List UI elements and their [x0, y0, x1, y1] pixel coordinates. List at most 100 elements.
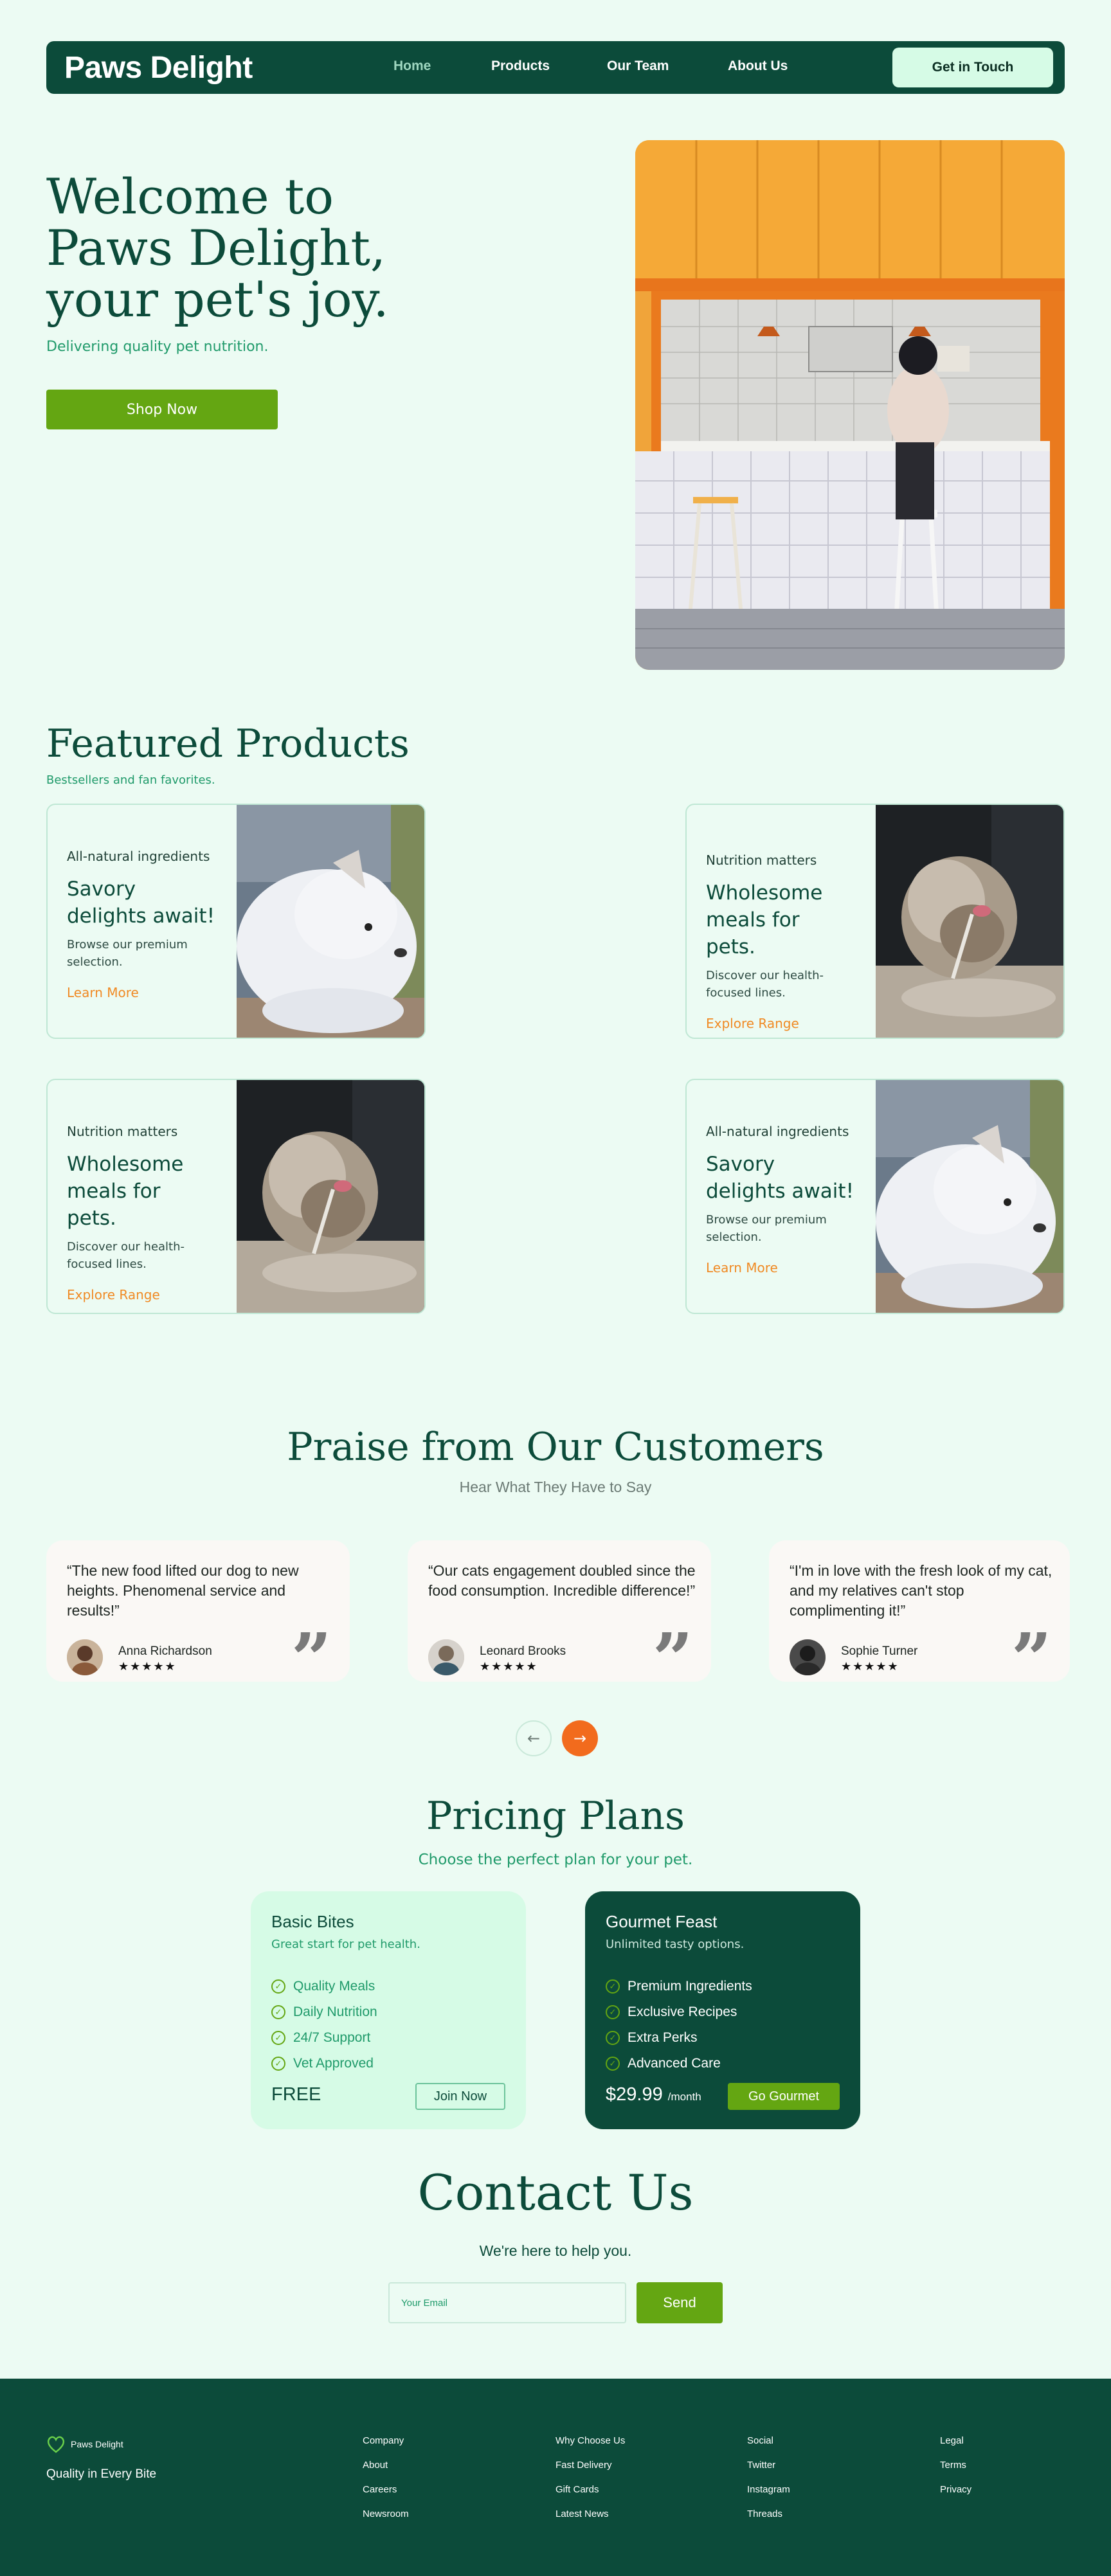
plan-feature: ✓ Advanced Care: [606, 2051, 752, 2076]
plan-tagline: Unlimited tasty options.: [606, 1938, 745, 1951]
testimonial-quote: “I'm in love with the fresh look of my c…: [790, 1562, 1052, 1619]
plan-feature: ✓ Quality Meals: [271, 1974, 377, 1999]
product-description: Browse our premium selection.: [67, 938, 188, 969]
check-circle-icon: ✓: [271, 2031, 285, 2045]
avatar: [790, 1639, 826, 1675]
footer-link[interactable]: Legal: [940, 2435, 971, 2460]
learn-more-link[interactable]: Learn More: [706, 1260, 854, 1275]
explore-range-link[interactable]: Explore Range: [706, 1016, 854, 1031]
check-circle-icon: ✓: [606, 2031, 620, 2045]
plan-feature: ✓ Daily Nutrition: [271, 1999, 377, 2025]
testimonial-name: Anna Richardson: [118, 1644, 212, 1658]
hero-title: Welcome to Paws Delight, your pet's joy.: [46, 168, 389, 328]
fluffy-dog-image: [237, 1080, 424, 1313]
product-description: Discover our health-focused lines.: [706, 969, 824, 1000]
footer-column-social: Social Twitter Instagram Threads: [747, 2435, 790, 2533]
pricing-subtitle: Choose the perfect plan for your pet.: [418, 1851, 693, 1868]
footer-logo[interactable]: Paws Delight: [46, 2435, 123, 2453]
testimonial-name: Leonard Brooks: [480, 1644, 566, 1658]
footer-link[interactable]: Gift Cards: [556, 2484, 625, 2508]
footer-link[interactable]: About: [363, 2460, 409, 2484]
footer-tagline: Quality in Every Bite: [46, 2467, 157, 2481]
go-gourmet-button[interactable]: Go Gourmet: [728, 2083, 840, 2110]
white-dog-image: [876, 1080, 1063, 1313]
featured-products-title: Featured Products: [46, 721, 410, 766]
plan-feature: ✓ Exclusive Recipes: [606, 1999, 752, 2025]
footer-link[interactable]: Instagram: [747, 2484, 790, 2508]
product-description: Discover our health-focused lines.: [67, 1240, 185, 1271]
product-kicker: Nutrition matters: [67, 1124, 178, 1139]
explore-range-link[interactable]: Explore Range: [67, 1287, 215, 1302]
carousel-prev-button[interactable]: ←: [516, 1720, 552, 1756]
get-in-touch-button[interactable]: Get in Touch: [892, 48, 1053, 87]
footer-link[interactable]: Privacy: [940, 2484, 971, 2508]
footer-link[interactable]: Careers: [363, 2484, 409, 2508]
heart-icon: [47, 2436, 65, 2453]
plan-tagline: Great start for pet health.: [271, 1938, 420, 1951]
carousel-next-button[interactable]: →: [562, 1720, 598, 1756]
quote-mark-icon: ”: [291, 1617, 332, 1682]
check-circle-icon: ✓: [606, 2057, 620, 2071]
check-circle-icon: ✓: [606, 1979, 620, 1994]
footer-link[interactable]: Social: [747, 2435, 790, 2460]
join-now-button[interactable]: Join Now: [415, 2083, 505, 2110]
plan-feature: ✓ 24/7 Support: [271, 2025, 377, 2051]
plan-features: ✓ Quality Meals ✓ Daily Nutrition ✓ 24/7 Su…: [271, 1974, 377, 2076]
hero-image: [635, 140, 1065, 670]
brand-logo[interactable]: Paws Delight: [64, 50, 253, 86]
product-title: Savory delights await!: [706, 1153, 854, 1203]
product-title: Wholesome meals for pets.: [706, 881, 823, 959]
footer-column-legal: Legal Terms Privacy: [940, 2435, 971, 2508]
contact-title: Contact Us: [417, 2164, 694, 2221]
star-rating: ★★★★★: [118, 1660, 177, 1673]
learn-more-link[interactable]: Learn More: [67, 985, 215, 1000]
testimonial-card: “The new food lifted our dog to new heig…: [46, 1540, 350, 1682]
testimonial-quote: “Our cats engagement doubled since the f…: [428, 1562, 696, 1599]
plan-name: Gourmet Feast: [606, 1912, 718, 1931]
avatar: [67, 1639, 103, 1675]
white-dog-image: [237, 805, 424, 1038]
plan-features: ✓ Premium Ingredients ✓ Exclusive Recipes …: [606, 1974, 752, 2076]
footer-link[interactable]: Company: [363, 2435, 409, 2460]
footer-link[interactable]: Twitter: [747, 2460, 790, 2484]
nav-link-our-team[interactable]: Our Team: [607, 59, 669, 74]
product-title: Wholesome meals for pets.: [67, 1153, 184, 1230]
footer-link[interactable]: Fast Delivery: [556, 2460, 625, 2484]
footer-link[interactable]: Why Choose Us: [556, 2435, 625, 2460]
plan-price: $29.99 /month: [606, 2084, 701, 2105]
featured-products-subtitle: Bestsellers and fan favorites.: [46, 773, 215, 787]
hero-subtitle: Delivering quality pet nutrition.: [46, 339, 269, 355]
footer-link[interactable]: Newsroom: [363, 2508, 409, 2533]
star-rating: ★★★★★: [480, 1660, 538, 1673]
plan-feature: ✓ Premium Ingredients: [606, 1974, 752, 1999]
send-button[interactable]: Send: [637, 2282, 723, 2323]
arrow-left-icon: ←: [527, 1729, 541, 1747]
product-description: Browse our premium selection.: [706, 1213, 827, 1244]
product-card[interactable]: Nutrition matters Wholesome meals for pe…: [46, 1079, 426, 1314]
footer-link[interactable]: Latest News: [556, 2508, 625, 2533]
nav-link-products[interactable]: Products: [491, 59, 550, 74]
check-circle-icon: ✓: [271, 2057, 285, 2071]
plan-price: FREE: [271, 2084, 321, 2105]
product-card[interactable]: All-natural ingredients Savory delights …: [685, 1079, 1065, 1314]
footer-column-company: Company About Careers Newsroom: [363, 2435, 409, 2533]
testimonial-card: “Our cats engagement doubled since the f…: [408, 1540, 711, 1682]
product-kicker: All-natural ingredients: [706, 1124, 849, 1139]
nav-link-home[interactable]: Home: [393, 59, 431, 74]
avatar: [428, 1639, 464, 1675]
testimonial-name: Sophie Turner: [841, 1644, 918, 1658]
footer-link[interactable]: Threads: [747, 2508, 790, 2533]
testimonial-quote: “The new food lifted our dog to new heig…: [67, 1562, 299, 1619]
pricing-title: Pricing Plans: [426, 1794, 685, 1839]
testimonial-card: “I'm in love with the fresh look of my c…: [769, 1540, 1070, 1682]
product-title: Savory delights await!: [67, 878, 215, 928]
footer-link[interactable]: Terms: [940, 2460, 971, 2484]
footer: Paws Delight Quality in Every Bite Compa…: [0, 2379, 1111, 2576]
product-kicker: All-natural ingredients: [67, 849, 210, 864]
nav-link-about-us[interactable]: About Us: [728, 59, 788, 74]
product-card[interactable]: Nutrition matters Wholesome meals for pe…: [685, 804, 1065, 1039]
shop-now-button[interactable]: Shop Now: [46, 390, 278, 429]
contact-subtitle: We're here to help you.: [479, 2242, 632, 2259]
email-input[interactable]: [388, 2282, 626, 2323]
product-card[interactable]: All-natural ingredients Savory delights …: [46, 804, 426, 1039]
